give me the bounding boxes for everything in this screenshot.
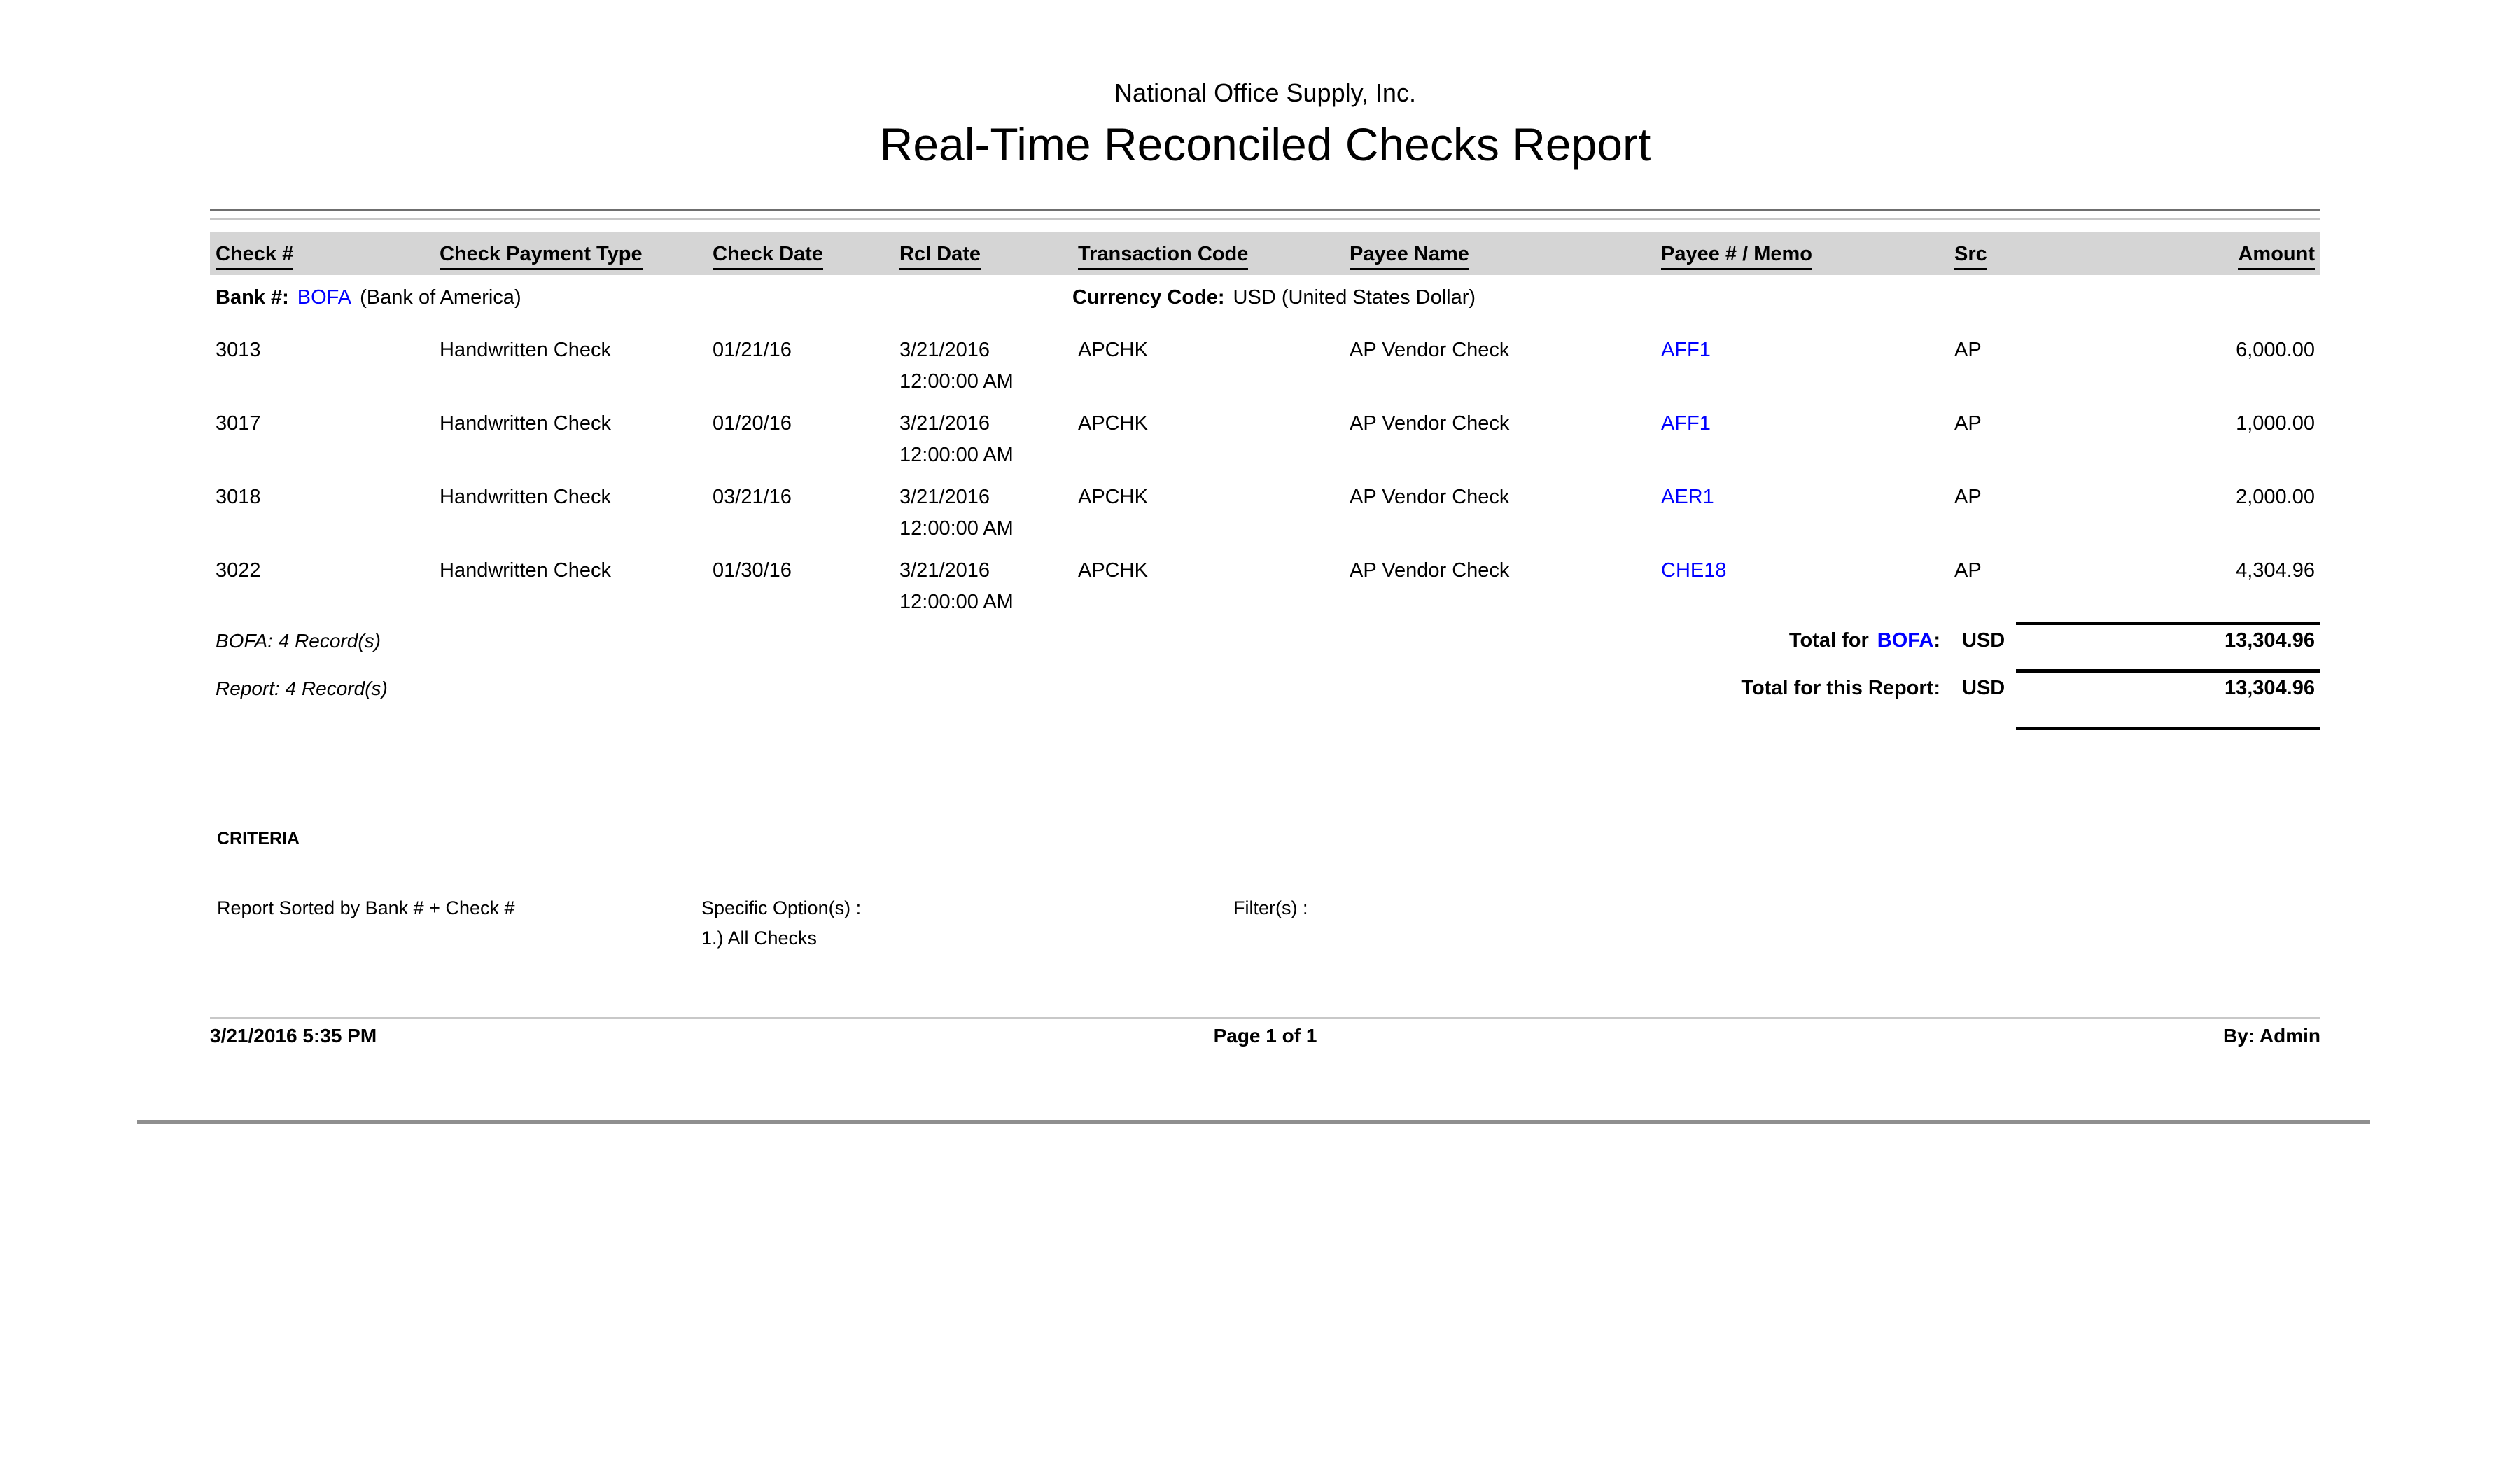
cell-payee-name: AP Vendor Check <box>1344 408 1656 471</box>
bank-total: Total forBOFA: USD 13,304.96 <box>1789 625 2320 657</box>
column-header-transaction-code: Transaction Code <box>1072 243 1344 275</box>
criteria-sort-order: Report Sorted by Bank # + Check # <box>210 893 701 953</box>
criteria-filters-label: Filter(s) : <box>1233 893 2320 953</box>
cell-transaction-code: APCHK <box>1072 555 1344 618</box>
cell-amount: 2,000.00 <box>2109 482 2320 545</box>
currency-info: Currency Code: USD (United States Dollar) <box>1072 284 2320 312</box>
cell-src: AP <box>1949 335 2109 398</box>
bank-record-count: BOFA: 4 Record(s) <box>210 625 381 657</box>
cell-payment-type: Handwritten Check <box>434 555 707 618</box>
table-row: 3017 Handwritten Check 01/20/16 3/21/201… <box>210 408 2320 471</box>
bank-total-currency: USD <box>1962 625 2016 657</box>
criteria-specific-options-label: Specific Option(s) : <box>701 893 1233 923</box>
cell-amount: 1,000.00 <box>2109 408 2320 471</box>
cell-check-date: 01/30/16 <box>707 555 894 618</box>
column-header-rcl-date: Rcl Date <box>894 243 1072 275</box>
cell-payment-type: Handwritten Check <box>434 408 707 471</box>
cell-src: AP <box>1949 555 2109 618</box>
column-header-payee-memo: Payee # / Memo <box>1656 243 1949 275</box>
footer-page-number: Page 1 of 1 <box>913 1024 1617 1047</box>
bank-total-amount: 13,304.96 <box>2016 625 2320 657</box>
cell-check-date: 03/21/16 <box>707 482 894 545</box>
criteria-specific-options: Specific Option(s) : 1.) All Checks <box>701 893 1233 953</box>
cell-payee-memo-link[interactable]: AFF1 <box>1656 408 1949 471</box>
footer-datetime: 3/21/2016 5:35 PM <box>210 1024 913 1047</box>
page-title: Real-Time Reconciled Checks Report <box>210 118 2320 171</box>
bank-label: Bank #: <box>216 286 289 309</box>
bank-total-label: Total forBOFA: <box>1789 625 1940 657</box>
footer-rule <box>210 1017 2320 1018</box>
currency-label: Currency Code: <box>1072 286 1225 309</box>
table-body: 3013 Handwritten Check 01/21/16 3/21/201… <box>210 335 2320 618</box>
cell-payment-type: Handwritten Check <box>434 335 707 398</box>
top-rule-light <box>210 218 2320 220</box>
cell-transaction-code: APCHK <box>1072 408 1344 471</box>
cell-transaction-code: APCHK <box>1072 335 1344 398</box>
column-header-src: Src <box>1949 243 2109 275</box>
bank-total-row: BOFA: 4 Record(s) Total forBOFA: USD 13,… <box>210 625 2320 657</box>
cell-transaction-code: APCHK <box>1072 482 1344 545</box>
bank-name: (Bank of America) <box>360 286 521 309</box>
table-row: 3018 Handwritten Check 03/21/16 3/21/201… <box>210 482 2320 545</box>
currency-value: USD (United States Dollar) <box>1233 286 1476 309</box>
cell-payee-memo-link[interactable]: AFF1 <box>1656 335 1949 398</box>
cell-payment-type: Handwritten Check <box>434 482 707 545</box>
cell-payee-name: AP Vendor Check <box>1344 555 1656 618</box>
footer-author: By: Admin <box>1617 1024 2320 1047</box>
table-row: 3013 Handwritten Check 01/21/16 3/21/201… <box>210 335 2320 398</box>
page-footer: 3/21/2016 5:35 PM Page 1 of 1 By: Admin <box>210 1024 2320 1047</box>
column-header-check-date: Check Date <box>707 243 894 275</box>
top-rule-dark <box>210 209 2320 211</box>
cell-check-no: 3017 <box>210 408 434 471</box>
criteria-specific-options-value: 1.) All Checks <box>701 923 1233 953</box>
criteria-details: Report Sorted by Bank # + Check # Specif… <box>210 893 2320 953</box>
column-header-payee-name: Payee Name <box>1344 243 1656 275</box>
cell-payee-memo-link[interactable]: AER1 <box>1656 482 1949 545</box>
bank-code-link[interactable]: BOFA <box>298 286 351 309</box>
report-total-label: Total for this Report: <box>1741 673 1940 704</box>
cell-rcl-date: 3/21/201612:00:00 AM <box>894 335 1072 398</box>
cell-rcl-date: 3/21/201612:00:00 AM <box>894 482 1072 545</box>
report-total: Total for this Report: USD 13,304.96 <box>1741 673 2320 704</box>
column-header-check-no: Check # <box>210 243 434 275</box>
table-row: 3022 Handwritten Check 01/30/16 3/21/201… <box>210 555 2320 618</box>
report-total-bottom-rule <box>2016 727 2320 730</box>
cell-payee-memo-link[interactable]: CHE18 <box>1656 555 1949 618</box>
page-bottom-rule <box>137 1120 2370 1124</box>
criteria-heading: CRITERIA <box>210 828 2320 850</box>
report-total-amount: 13,304.96 <box>2016 673 2320 704</box>
table-header-row: Check # Check Payment Type Check Date Rc… <box>210 232 2320 275</box>
cell-rcl-date: 3/21/201612:00:00 AM <box>894 555 1072 618</box>
cell-src: AP <box>1949 408 2109 471</box>
cell-check-date: 01/21/16 <box>707 335 894 398</box>
bank-group-header: Bank #: BOFA (Bank of America) Currency Co… <box>210 284 2320 312</box>
cell-amount: 4,304.96 <box>2109 555 2320 618</box>
cell-check-date: 01/20/16 <box>707 408 894 471</box>
report-total-row: Report: 4 Record(s) Total for this Repor… <box>210 673 2320 704</box>
bank-total-code-link[interactable]: BOFA <box>1877 629 1934 652</box>
report-record-count: Report: 4 Record(s) <box>210 673 388 704</box>
cell-check-no: 3013 <box>210 335 434 398</box>
cell-rcl-date: 3/21/201612:00:00 AM <box>894 408 1072 471</box>
cell-payee-name: AP Vendor Check <box>1344 335 1656 398</box>
cell-amount: 6,000.00 <box>2109 335 2320 398</box>
column-header-amount: Amount <box>2109 243 2320 275</box>
cell-check-no: 3018 <box>210 482 434 545</box>
cell-check-no: 3022 <box>210 555 434 618</box>
column-header-payment-type: Check Payment Type <box>434 243 707 275</box>
report-total-currency: USD <box>1962 673 2016 704</box>
company-name: National Office Supply, Inc. <box>210 78 2320 108</box>
report-page: National Office Supply, Inc. Real-Time R… <box>210 0 2320 1047</box>
cell-payee-name: AP Vendor Check <box>1344 482 1656 545</box>
cell-src: AP <box>1949 482 2109 545</box>
bank-info: Bank #: BOFA (Bank of America) <box>210 284 1072 312</box>
